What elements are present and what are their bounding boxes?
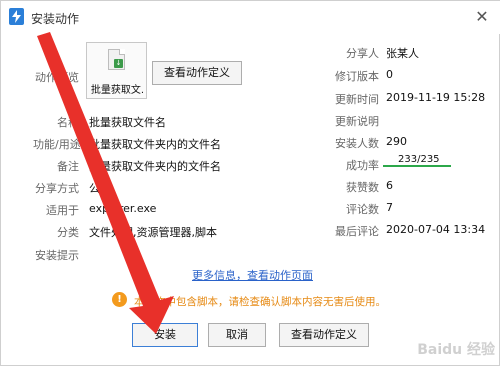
value-update-time: 2019-11-19 15:28 [386,91,486,104]
script-warning-text: 本动作中包含脚本，请检查确认脚本内容无害后使用。 [134,296,386,308]
watermark: Baidu 经验 [417,342,495,358]
label-install-tip: 安装提示 [35,249,79,262]
value-name: 批量获取文件名 [89,116,166,129]
more-info-link[interactable]: 更多信息，查看动作页面 [192,267,313,283]
value-function: 批量获取文件夹内的文件名 [89,138,221,151]
label-applies-to: 适用于 [46,204,79,217]
value-sharer: 张某人 [386,47,419,60]
title-bar: 安装动作 ✕ [1,1,500,34]
label-likes: 获赞数 [346,181,379,194]
document-icon: ↓ [108,49,125,70]
label-last-comment: 最后评论 [335,225,379,238]
label-update-time: 更新时间 [335,93,379,106]
success-rate-bar [383,165,451,167]
value-comments: 7 [386,201,393,214]
label-share-mode: 分享方式 [35,182,79,195]
label-category: 分类 [57,226,79,239]
label-install-count: 安装人数 [335,137,379,150]
label-success-rate: 成功率 [346,159,379,172]
view-definition-button-top[interactable]: 查看动作定义 [152,61,242,85]
window-title: 安装动作 [31,12,80,26]
action-thumbnail[interactable]: ↓ 批量获取文. [86,42,147,99]
download-arrow-icon: ↓ [114,59,123,68]
install-button[interactable]: 安装 [132,323,198,347]
value-revision: 0 [386,68,393,81]
cancel-button[interactable]: 取消 [208,323,266,347]
label-revision: 修订版本 [335,70,379,83]
label-preview: 动作预览 [35,71,79,84]
value-success-rate: 233/235 [398,154,440,165]
thumbnail-caption: 批量获取文. [90,85,145,96]
value-likes: 6 [386,179,393,192]
label-name: 名称 [57,116,79,129]
label-function: 功能/用途 [33,138,81,151]
label-remark: 备注 [57,160,79,173]
value-remark: 批量获取文件夹内的文件名 [89,160,221,173]
value-share-mode: 公开 [89,182,111,195]
value-install-count: 290 [386,135,407,148]
value-category: 文件处理,资源管理器,脚本 [89,226,217,239]
value-applies-to: explorer.exe [89,202,157,215]
label-comments: 评论数 [346,203,379,216]
lightning-icon [9,8,24,25]
value-last-comment: 2020-07-04 13:34 [386,223,486,236]
label-sharer: 分享人 [346,47,379,60]
view-definition-button-bottom[interactable]: 查看动作定义 [279,323,369,347]
warning-icon: ! [112,292,127,307]
label-update-notes: 更新说明 [335,115,379,128]
close-button[interactable]: ✕ [469,5,495,29]
install-action-dialog: 安装动作 ✕ 动作预览 ↓ 批量获取文. 查看动作定义 名称 批量获取文件名 功… [0,0,500,366]
